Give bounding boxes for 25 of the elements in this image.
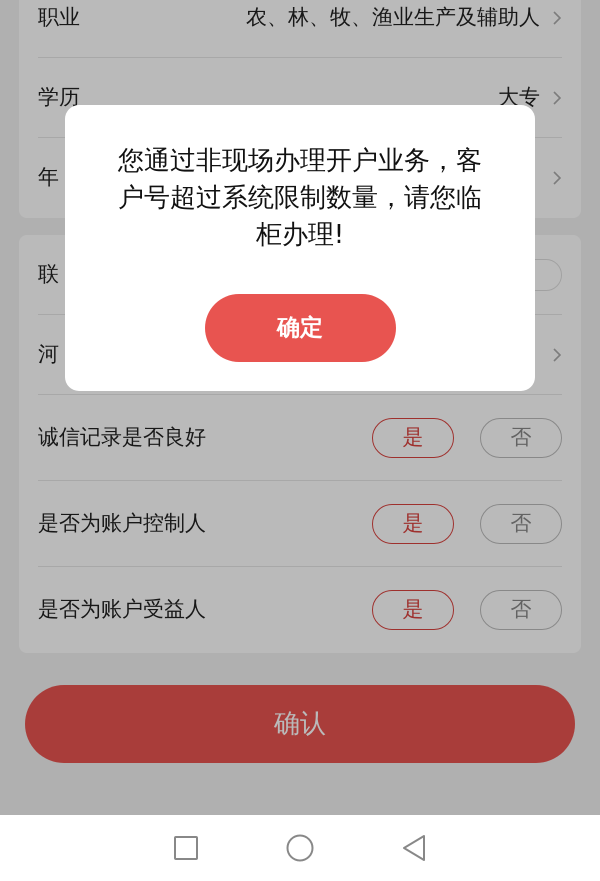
field-value[interactable]: 农、林、牧、渔业生产及辅助人 — [246, 2, 540, 34]
dialog-message: 您通过非现场办理开户业务，客户号超过系统限制数量，请您临柜办理! — [117, 145, 483, 252]
option-button[interactable]: 是 — [372, 418, 454, 458]
chevron-icon[interactable] — [552, 10, 562, 26]
chevron-icon[interactable] — [552, 90, 562, 106]
field-label: 是否为账户控制人 — [38, 510, 206, 537]
home-icon[interactable] — [286, 834, 314, 862]
option-button[interactable]: 否 — [480, 418, 562, 458]
field-label: 是否为账户受益人 — [38, 596, 206, 624]
chevron-icon[interactable] — [552, 170, 562, 186]
option-button[interactable]: 否 — [480, 504, 562, 544]
recent-apps-icon[interactable] — [174, 836, 198, 860]
confirm-button[interactable]: 确认 — [25, 685, 575, 763]
field-label: 年 — [38, 164, 59, 192]
field-label: 联 — [38, 260, 59, 288]
back-icon[interactable] — [402, 834, 426, 862]
option-button[interactable]: 否 — [480, 590, 562, 630]
field-label: 诚信记录是否良好 — [38, 424, 206, 451]
field-label: 职业 — [38, 4, 80, 31]
ok-button[interactable]: 确定 — [204, 294, 396, 362]
chevron-icon[interactable] — [552, 346, 562, 362]
field-label: 河 — [38, 340, 59, 368]
option-button[interactable]: 是 — [372, 504, 454, 544]
field-label: 学历 — [38, 84, 80, 111]
option-button[interactable]: 是 — [372, 590, 454, 630]
